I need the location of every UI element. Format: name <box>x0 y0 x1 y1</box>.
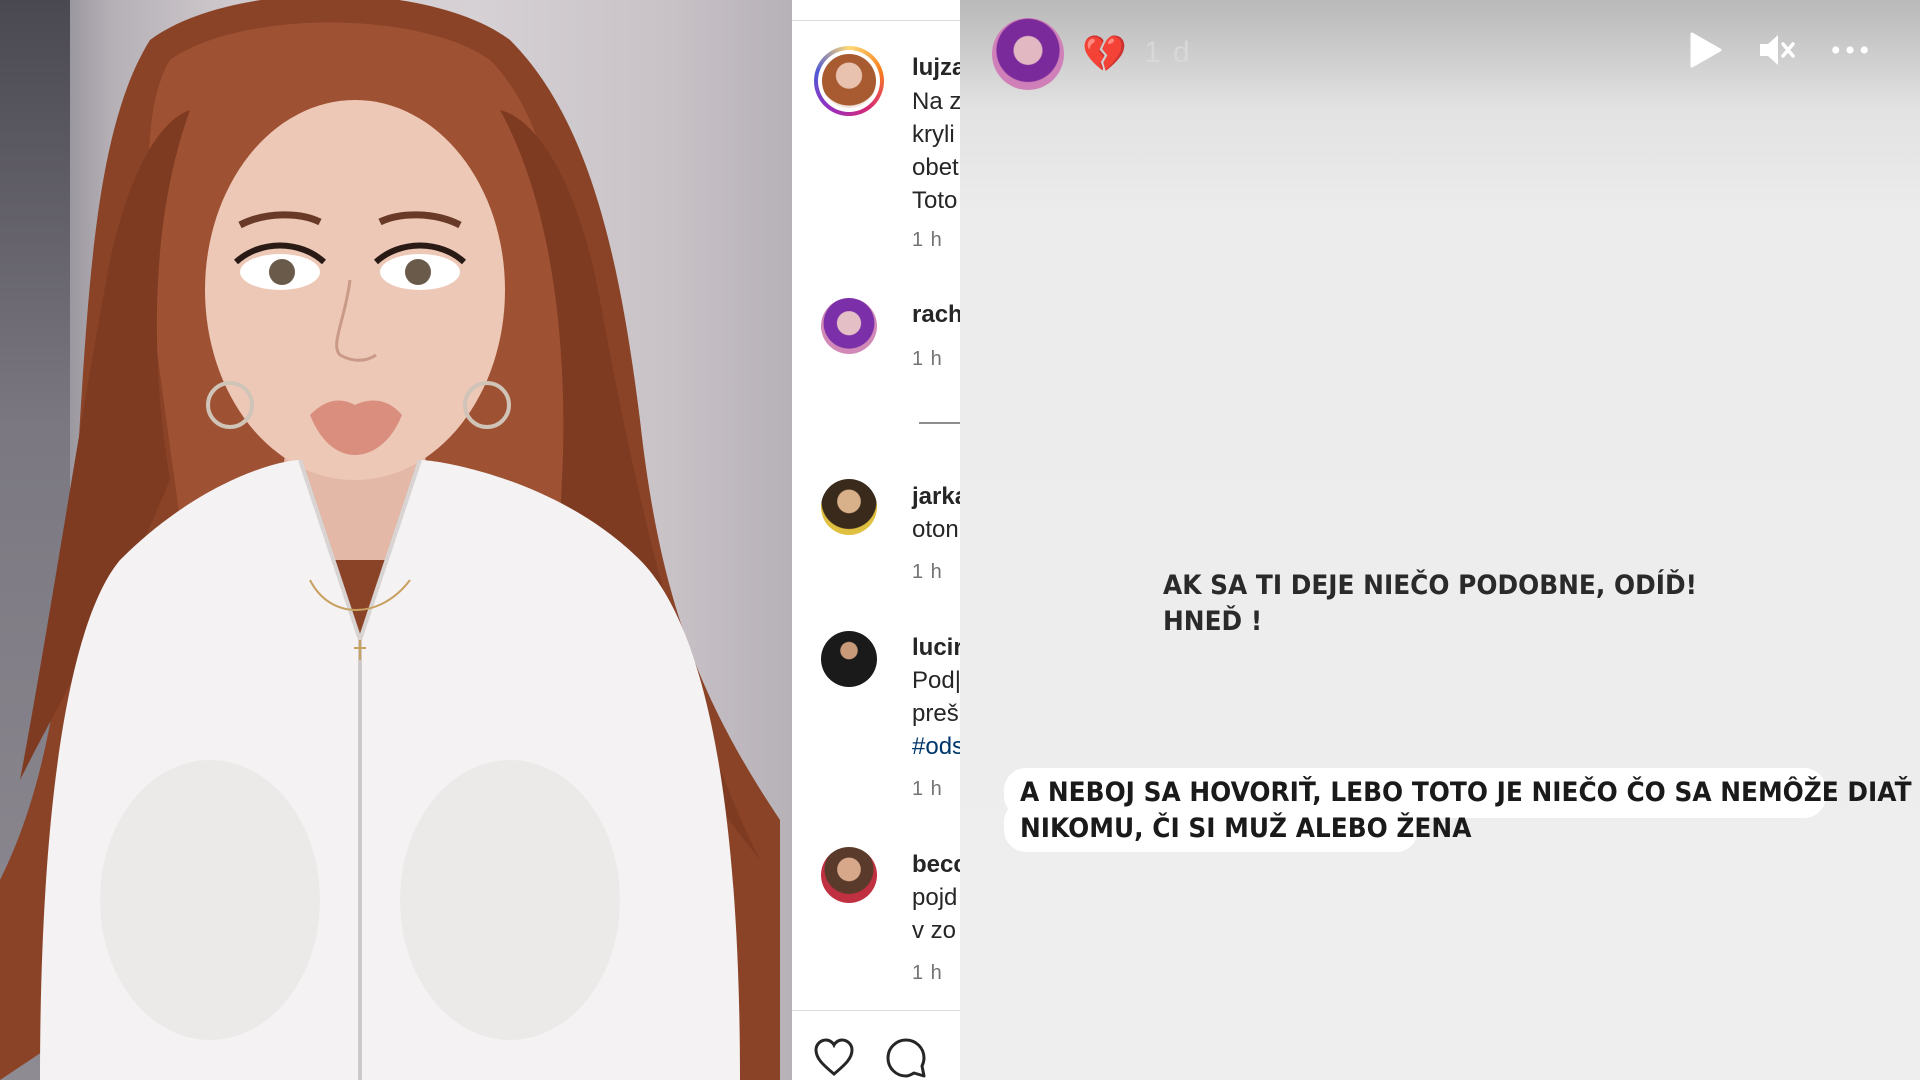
avatar[interactable] <box>814 46 884 116</box>
comment-time: 1 h <box>912 962 943 984</box>
heart-icon[interactable] <box>812 1036 856 1080</box>
comment-username[interactable]: jarka <box>912 483 960 511</box>
comments-panel: lujza Na z kryli obet Toto 1 h rach 1 h … <box>792 0 960 1080</box>
comment-text: obet <box>912 154 959 181</box>
comment-username[interactable]: rach <box>912 301 960 329</box>
story-time: 1 d <box>1144 36 1192 69</box>
post-photo[interactable] <box>0 0 792 1080</box>
divider <box>792 1010 960 1011</box>
story-caption: A NEBOJ SA HOVORIŤ, LEBO TOTO JE NIEČO Č… <box>1020 775 1912 847</box>
story-viewer[interactable]: 💔 1 d AK SA TI DEJE NIEČO PODOBNE, ODÍĎ!… <box>960 0 1920 1080</box>
play-icon[interactable] <box>1684 30 1724 70</box>
hashtag-link[interactable]: #ods <box>912 733 960 761</box>
avatar[interactable] <box>821 479 877 535</box>
view-replies-divider[interactable] <box>919 422 960 424</box>
comment-text: Toto <box>912 187 958 214</box>
more-icon[interactable] <box>1830 30 1870 70</box>
caption-line: AK SA TI DEJE NIEČO PODOBNE, ODÍĎ! <box>1163 570 1697 601</box>
avatar[interactable] <box>821 847 877 903</box>
comment-time: 1 h <box>912 561 943 583</box>
comment-text: preš <box>912 700 959 727</box>
avatar[interactable] <box>821 631 877 687</box>
comment-text: kryli <box>912 121 955 148</box>
broken-heart-emoji: 💔 <box>1082 33 1127 74</box>
caption-line: HNEĎ ! <box>1163 606 1263 637</box>
comment-text: oton <box>912 516 959 543</box>
story-caption: AK SA TI DEJE NIEČO PODOBNE, ODÍĎ! HNEĎ … <box>1163 568 1697 640</box>
comment-text: pojd <box>912 884 958 911</box>
comment-time: 1 h <box>912 778 943 800</box>
caption-line: NIKOMU, ČI SI MUŽ ALEBO ŽENA <box>1020 813 1472 844</box>
comment-time: 1 h <box>912 348 943 370</box>
avatar[interactable] <box>992 18 1064 90</box>
caption-line: A NEBOJ SA HOVORIŤ, LEBO TOTO JE NIEČO Č… <box>1020 777 1912 808</box>
muted-speaker-icon[interactable] <box>1756 30 1796 70</box>
woman-portrait-photo <box>0 0 780 1080</box>
comment-bubble-icon[interactable] <box>884 1036 928 1080</box>
comment-text: Pod| <box>912 667 960 694</box>
comment-username[interactable]: lucir <box>912 634 960 662</box>
comment-text: v zo <box>912 917 957 944</box>
comment-username[interactable]: lujza <box>912 54 960 82</box>
comment-time: 1 h <box>912 229 943 251</box>
divider <box>792 20 960 21</box>
comment-username[interactable]: becc <box>912 851 960 879</box>
avatar[interactable] <box>821 298 877 354</box>
comment-text: Na z <box>912 88 960 115</box>
